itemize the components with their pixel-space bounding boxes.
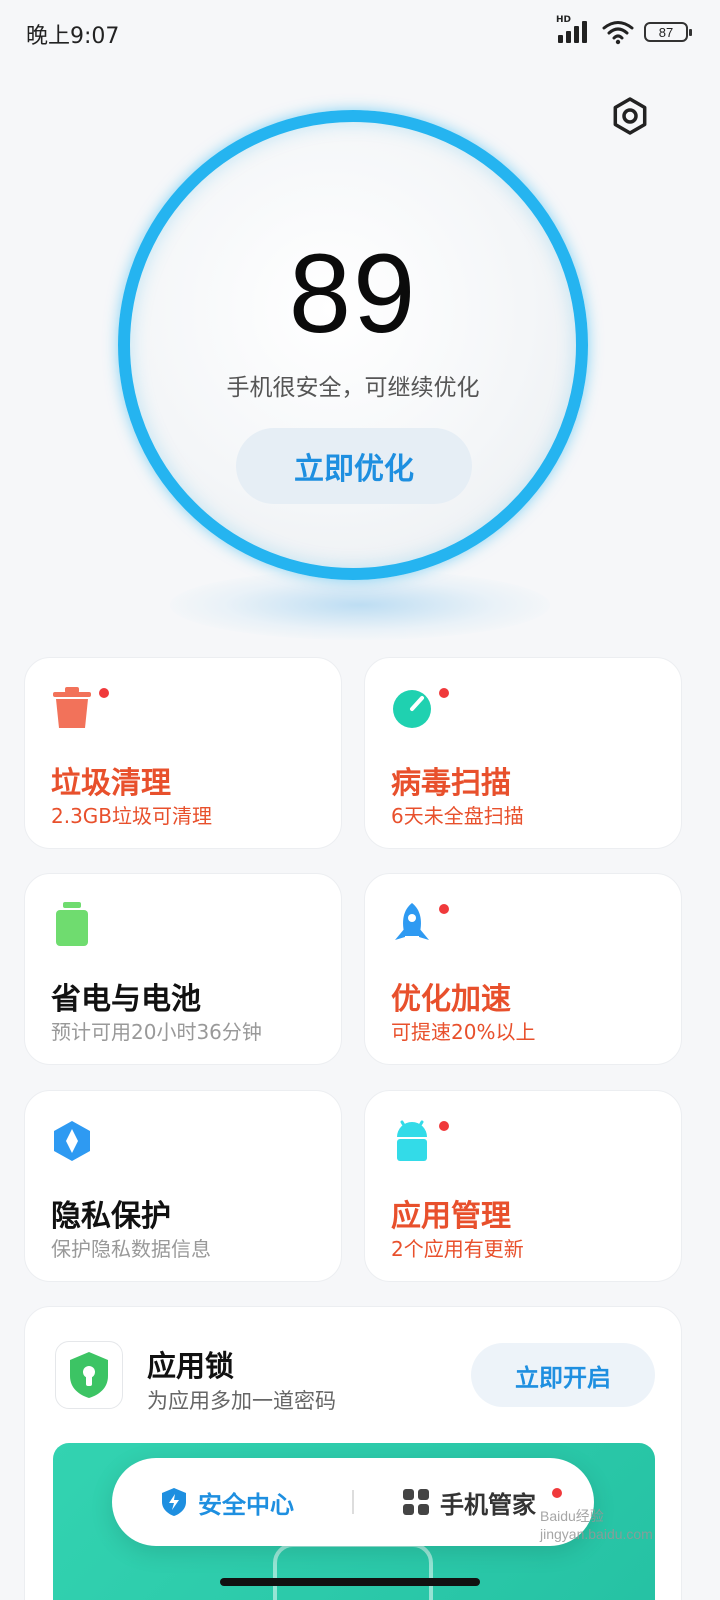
enable-now-button[interactable]: 立即开启 bbox=[471, 1343, 655, 1407]
card-junk-clean[interactable]: 垃圾清理 2.3GB垃圾可清理 bbox=[24, 657, 342, 849]
banner-illustration bbox=[273, 1543, 433, 1600]
security-score: 89 bbox=[288, 231, 418, 356]
trash-icon bbox=[53, 687, 91, 728]
hd-label: HD bbox=[556, 15, 572, 25]
tab-phone-manager[interactable]: 手机管家 bbox=[402, 1458, 536, 1546]
card-title: 隐私保护 bbox=[51, 1199, 171, 1234]
virus-badge-dot bbox=[439, 688, 449, 698]
app-lock-title: 应用锁 bbox=[147, 1349, 235, 1383]
battery-saver-icon bbox=[56, 902, 88, 946]
card-desc: 可提速20%以上 bbox=[391, 1020, 536, 1044]
card-speed-up[interactable]: 优化加速 可提速20%以上 bbox=[364, 873, 682, 1065]
status-icons: HD 87 bbox=[556, 15, 692, 46]
tab-label: 安全中心 bbox=[198, 1490, 294, 1519]
card-desc: 预计可用20小时36分钟 bbox=[51, 1020, 262, 1044]
score-circle: 89 手机很安全，可继续优化 立即优化 bbox=[118, 110, 588, 580]
app-lock-icon-box bbox=[55, 1341, 123, 1409]
card-app-management[interactable]: 应用管理 2个应用有更新 bbox=[364, 1090, 682, 1282]
card-virus-scan[interactable]: 病毒扫描 6天未全盘扫描 bbox=[364, 657, 682, 849]
card-title: 病毒扫描 bbox=[391, 766, 511, 801]
cellular-signal-icon: HD bbox=[556, 15, 592, 45]
card-desc: 保护隐私数据信息 bbox=[51, 1237, 211, 1261]
card-battery[interactable]: 省电与电池 预计可用20小时36分钟 bbox=[24, 873, 342, 1065]
rocket-icon bbox=[395, 903, 429, 940]
app-lock-card[interactable]: 应用锁 为应用多加一道密码 立即开启 bbox=[24, 1306, 682, 1600]
manager-badge-dot bbox=[552, 1488, 562, 1498]
battery-icon: 87 bbox=[644, 22, 692, 42]
lock-shield-icon bbox=[70, 1352, 108, 1398]
settings-gear-icon[interactable] bbox=[610, 96, 650, 136]
speed-badge-dot bbox=[439, 904, 449, 914]
score-shadow bbox=[170, 570, 550, 640]
virus-scan-icon bbox=[393, 690, 431, 728]
android-app-icon bbox=[397, 1120, 427, 1161]
privacy-shield-icon bbox=[54, 1121, 90, 1161]
optimize-now-button[interactable]: 立即优化 bbox=[236, 428, 472, 504]
home-indicator[interactable] bbox=[220, 1578, 480, 1586]
card-title: 应用管理 bbox=[391, 1199, 511, 1234]
card-desc: 2.3GB垃圾可清理 bbox=[51, 804, 213, 828]
bottom-tab-bar: 安全中心 手机管家 bbox=[112, 1458, 594, 1546]
shield-bolt-icon bbox=[162, 1488, 186, 1516]
status-time: 晚上9:07 bbox=[26, 24, 120, 49]
tab-label: 手机管家 bbox=[440, 1490, 536, 1519]
grid-icon bbox=[403, 1489, 429, 1515]
watermark: Baidu经验 jingyan.baidu.com bbox=[540, 1508, 653, 1542]
tab-divider bbox=[352, 1490, 354, 1514]
wifi-icon bbox=[602, 21, 634, 45]
tab-security-center[interactable]: 安全中心 bbox=[160, 1458, 294, 1546]
status-bar: 晚上9:07 HD 87 bbox=[0, 0, 720, 66]
card-privacy[interactable]: 隐私保护 保护隐私数据信息 bbox=[24, 1090, 342, 1282]
app-lock-desc: 为应用多加一道密码 bbox=[147, 1389, 336, 1413]
card-title: 省电与电池 bbox=[51, 982, 201, 1017]
card-desc: 2个应用有更新 bbox=[391, 1237, 524, 1261]
card-desc: 6天未全盘扫描 bbox=[391, 804, 524, 828]
battery-level: 87 bbox=[658, 24, 674, 40]
app-badge-dot bbox=[439, 1121, 449, 1131]
card-title: 垃圾清理 bbox=[51, 766, 171, 801]
junk-badge-dot bbox=[99, 688, 109, 698]
card-title: 优化加速 bbox=[391, 982, 511, 1017]
score-subtitle: 手机很安全，可继续优化 bbox=[226, 375, 480, 401]
